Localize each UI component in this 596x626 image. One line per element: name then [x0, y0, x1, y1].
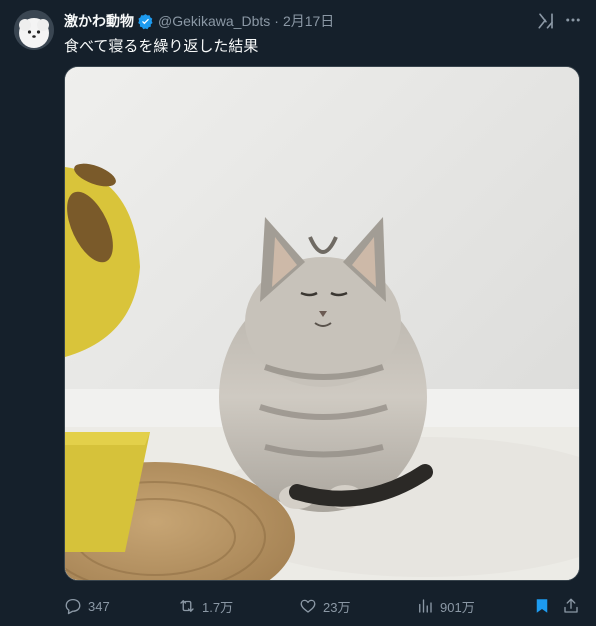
- retweet-icon: [180, 600, 194, 612]
- cat-photo: [65, 67, 579, 580]
- retweet-button[interactable]: 1.7万: [178, 596, 233, 616]
- more-button[interactable]: [563, 10, 583, 30]
- author-name[interactable]: 激かわ動物: [64, 11, 134, 31]
- views-button[interactable]: 901万: [416, 596, 475, 616]
- tweet-text: 食べて寝るを繰り返した結果: [64, 38, 259, 55]
- tweet-actions: 347 1.7万 23万 901万: [64, 596, 582, 616]
- grok-icon: [538, 13, 553, 29]
- views-count: 901万: [440, 599, 475, 615]
- retweet-count: 1.7万: [202, 599, 234, 615]
- more-icon: [566, 18, 580, 22]
- header-separator: ·: [274, 13, 279, 29]
- like-icon: [300, 599, 316, 613]
- tweet: 激かわ動物 @Gekikawa_Dbts · 2月17日 食べて寝るを繰り返した…: [0, 0, 596, 626]
- white-fluffy-dog-avatar: [14, 10, 54, 50]
- avatar[interactable]: [14, 10, 54, 50]
- verified-badge-icon: [138, 13, 153, 29]
- share-button[interactable]: [562, 596, 586, 616]
- reply-button[interactable]: 347: [64, 596, 110, 616]
- tweet-header: 激かわ動物 @Gekikawa_Dbts · 2月17日: [64, 11, 536, 31]
- author-handle[interactable]: @Gekikawa_Dbts: [158, 13, 270, 29]
- like-button[interactable]: 23万: [299, 596, 350, 616]
- views-icon: [419, 599, 432, 613]
- bookmark-icon: [536, 599, 548, 613]
- reply-icon: [65, 598, 81, 615]
- reply-count: 347: [88, 598, 110, 614]
- bookmark-button[interactable]: [533, 596, 557, 616]
- tweet-date[interactable]: 2月17日: [283, 11, 334, 31]
- tweet-photo[interactable]: [64, 66, 580, 581]
- like-count: 23万: [323, 599, 351, 615]
- share-icon: [564, 598, 578, 613]
- grok-button[interactable]: [537, 12, 555, 30]
